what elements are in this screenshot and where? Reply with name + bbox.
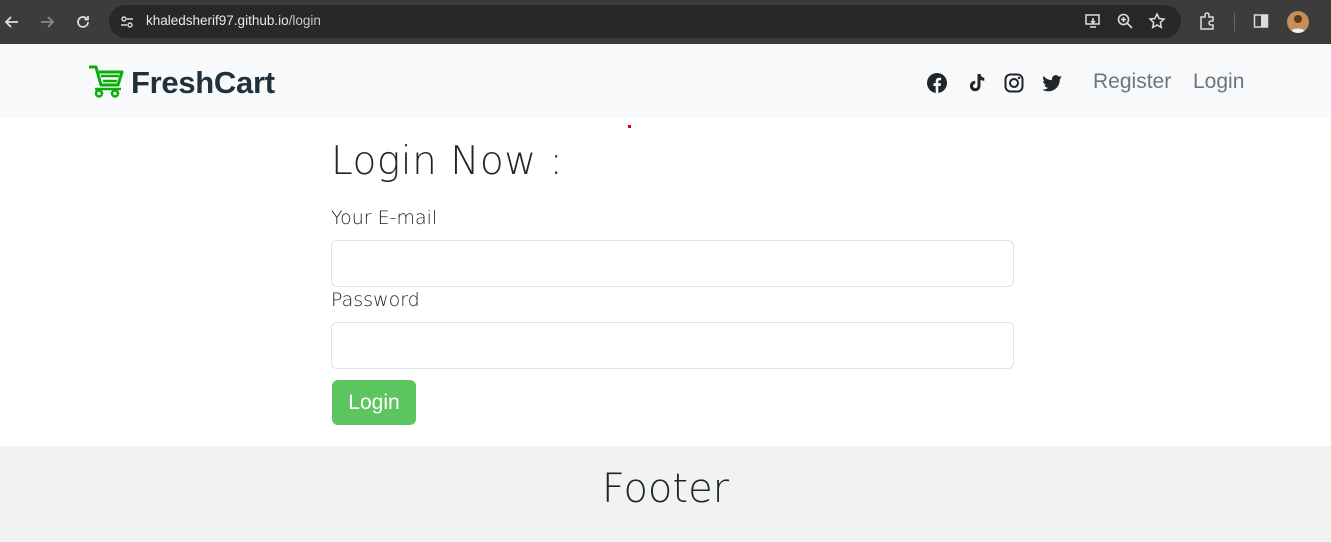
nav-login-link[interactable]: Login	[1193, 70, 1244, 94]
profile-avatar[interactable]	[1287, 11, 1309, 33]
page-title: Login Now :	[331, 139, 564, 184]
url-text: khaledsherif97.github.io/login	[146, 13, 321, 28]
twitter-icon[interactable]	[1041, 72, 1063, 94]
facebook-icon[interactable]	[926, 72, 948, 94]
side-panel-icon[interactable]	[1251, 11, 1271, 31]
stray-pixel	[628, 125, 631, 128]
password-label: Password	[331, 289, 420, 311]
site-navbar: FreshCart Register Login	[0, 44, 1331, 118]
password-field[interactable]	[331, 322, 1014, 369]
email-label: Your E-mail	[331, 207, 438, 229]
forward-icon[interactable]	[36, 11, 58, 33]
bookmark-star-icon[interactable]	[1147, 11, 1167, 31]
shopping-cart-icon	[87, 64, 125, 102]
footer-title: Footer	[601, 466, 730, 512]
extensions-icon[interactable]	[1197, 11, 1217, 31]
nav-register-link[interactable]: Register	[1093, 70, 1171, 94]
brand-name: FreshCart	[131, 65, 275, 100]
reload-icon[interactable]	[72, 11, 94, 33]
brand-logo-link[interactable]: FreshCart	[87, 64, 275, 102]
tiktok-icon[interactable]	[965, 72, 987, 94]
login-submit-button[interactable]: Login	[332, 380, 416, 425]
install-app-icon[interactable]	[1083, 11, 1103, 31]
url-path: /login	[288, 13, 321, 28]
zoom-icon[interactable]	[1115, 11, 1135, 31]
browser-toolbar: khaledsherif97.github.io/login	[0, 0, 1331, 44]
address-bar[interactable]: khaledsherif97.github.io/login	[109, 5, 1181, 38]
site-footer: Footer	[0, 446, 1331, 542]
site-info-icon[interactable]	[119, 14, 135, 30]
back-icon[interactable]	[1, 11, 23, 33]
login-form: Login Now : Your E-mail Password Login	[331, 138, 1014, 425]
toolbar-divider	[1234, 13, 1235, 31]
email-field[interactable]	[331, 240, 1014, 287]
url-host: khaledsherif97.github.io	[146, 13, 289, 28]
instagram-icon[interactable]	[1003, 72, 1025, 94]
